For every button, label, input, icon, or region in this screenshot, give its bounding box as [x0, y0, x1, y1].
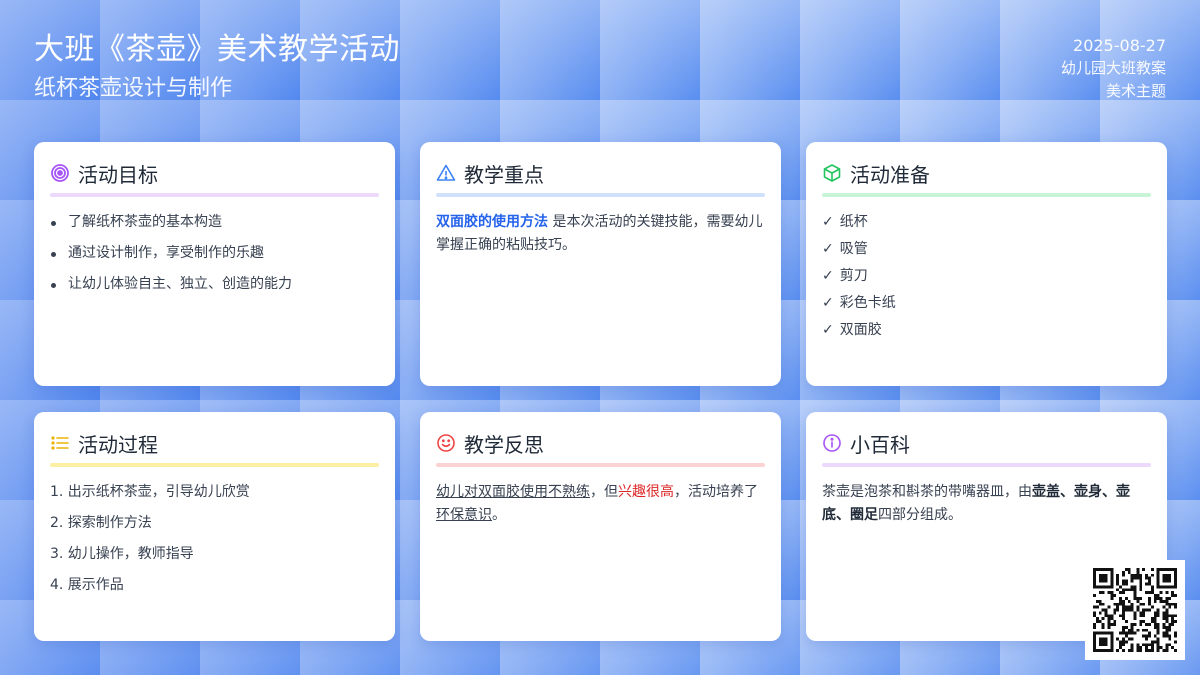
list-item: ✓ 剪刀: [822, 268, 868, 284]
list-icon: [51, 436, 69, 450]
list-item: ✓ 吸管: [822, 241, 868, 257]
info-icon: [823, 434, 841, 452]
card-title: 活动准备: [850, 162, 930, 187]
card-title: 教学重点: [464, 162, 544, 187]
reflection-text: 幼儿对双面胶使用不熟练，但兴趣很高，活动培养了环保意识。: [436, 484, 758, 523]
card-process: 活动过程 1. 出示纸杯茶壶，引导幼儿欣赏 2. 探索制作方法 3. 幼儿操作，…: [34, 412, 395, 641]
list-item: ✓ 彩色卡纸: [822, 295, 896, 311]
page-header: 大班《茶壶》美术教学活动 纸杯茶壶设计与制作 2025-08-27 幼儿园大班教…: [34, 30, 1166, 110]
card-divider: [436, 463, 765, 467]
header-meta: 2025-08-27 幼儿园大班教案 美术主题: [1061, 34, 1166, 103]
date-label: 2025-08-27: [1073, 36, 1166, 55]
check-icon: ✓: [822, 268, 834, 284]
card-divider: [436, 193, 765, 197]
smile-icon: [437, 434, 455, 452]
focus-text: 双面胶的使用方法 是本次活动的关键技能，需要幼儿掌握正确的粘贴技巧。: [436, 211, 765, 257]
check-icon: ✓: [822, 295, 834, 311]
materials-list: ✓ 纸杯 ✓ 吸管 ✓ 剪刀 ✓ 彩色卡纸 ✓ 双面胶: [822, 211, 1151, 342]
list-item: 4. 展示作品: [50, 577, 124, 593]
card-goals: 活动目标 了解纸杯茶壶的基本构造 通过设计制作，享受制作的乐趣 让幼儿体验自主、…: [34, 142, 395, 386]
card-divider: [50, 193, 379, 197]
list-item: 让幼儿体验自主、独立、创造的能力: [50, 273, 379, 296]
grade-label: 幼儿园大班教案: [1060, 59, 1166, 77]
page-subtitle: 纸杯茶壶设计与制作: [34, 76, 233, 101]
focus-highlight: 双面胶的使用方法: [436, 214, 548, 230]
card-title: 活动过程: [78, 432, 158, 457]
warning-icon: [436, 164, 456, 181]
card-divider: [822, 193, 1151, 197]
box-icon: [823, 164, 841, 182]
encyclopedia-text: 茶壶是泡茶和斟茶的带嘴器皿，由壶盖、壶身、壶底、圈足四部分组成。: [822, 484, 1130, 523]
list-item: 2. 探索制作方法: [50, 515, 152, 531]
target-icon: [51, 164, 69, 182]
card-divider: [50, 463, 379, 467]
card-focus: 教学重点 双面胶的使用方法 是本次活动的关键技能，需要幼儿掌握正确的粘贴技巧。: [420, 142, 781, 386]
theme-label: 美术主题: [1105, 82, 1166, 100]
list-item: ✓ 双面胶: [822, 322, 882, 338]
process-steps: 1. 出示纸杯茶壶，引导幼儿欣赏 2. 探索制作方法 3. 幼儿操作，教师指导 …: [50, 481, 379, 597]
qr-code-icon: [1085, 560, 1185, 660]
card-divider: [822, 463, 1151, 467]
check-icon: ✓: [822, 214, 834, 230]
card-title: 活动目标: [78, 162, 158, 187]
card-title: 小百科: [850, 432, 910, 457]
list-item: 1. 出示纸杯茶壶，引导幼儿欣赏: [50, 484, 250, 500]
list-item: 通过设计制作，享受制作的乐趣: [50, 242, 379, 265]
page-title: 大班《茶壶》美术教学活动: [34, 32, 400, 67]
card-preparation: 活动准备 ✓ 纸杯 ✓ 吸管 ✓ 剪刀 ✓ 彩色卡纸 ✓ 双面胶: [806, 142, 1167, 386]
list-item: 了解纸杯茶壶的基本构造: [50, 211, 379, 234]
list-item: 3. 幼儿操作，教师指导: [50, 546, 194, 562]
check-icon: ✓: [822, 322, 834, 338]
goal-list: 了解纸杯茶壶的基本构造 通过设计制作，享受制作的乐趣 让幼儿体验自主、独立、创造…: [50, 211, 379, 296]
check-icon: ✓: [822, 241, 834, 257]
card-title: 教学反思: [464, 432, 544, 457]
card-reflection: 教学反思 幼儿对双面胶使用不熟练，但兴趣很高，活动培养了环保意识。: [420, 412, 781, 641]
list-item: ✓ 纸杯: [822, 214, 868, 230]
